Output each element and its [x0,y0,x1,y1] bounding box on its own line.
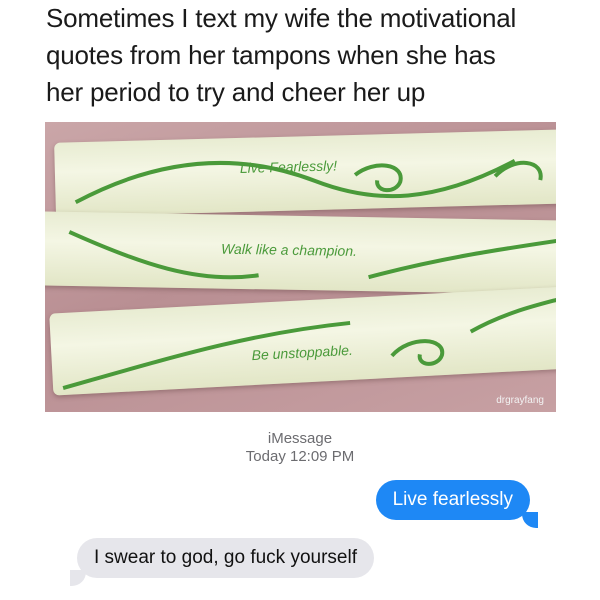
wrapper-swirl-graphic [62,294,556,390]
imessage-service-label: iMessage [267,430,333,447]
tampon-wrapper-2: Walk like a champion. [45,211,556,295]
wrapper-quote-1: Live Fearlessly! [239,157,338,176]
tampon-wrapper-3: Be unstoppable. [49,286,556,396]
meme-caption: Sometimes I text my wife the motivationa… [46,0,576,111]
received-message-bubble[interactable]: I swear to god, go fuck yourself [77,538,374,578]
photo-credit: drgrayfang [496,395,544,406]
sent-bubble-tail [522,512,538,528]
tampon-wrapper-1: Live Fearlessly! [54,129,556,217]
sent-message-bubble[interactable]: Live fearlessly [375,480,530,520]
tampon-photo: Live Fearlessly! Walk like a champion. B… [45,122,556,412]
caption-line-1: Sometimes I text my wife the motivationa… [46,3,517,33]
message-timestamp: Today 12:09 PM [245,448,355,465]
wrapper-quote-2: Walk like a champion. [220,240,358,259]
caption-line-2: quotes from her tampons when she has [46,40,496,70]
caption-line-3: her period to try and cheer her up [46,77,426,107]
